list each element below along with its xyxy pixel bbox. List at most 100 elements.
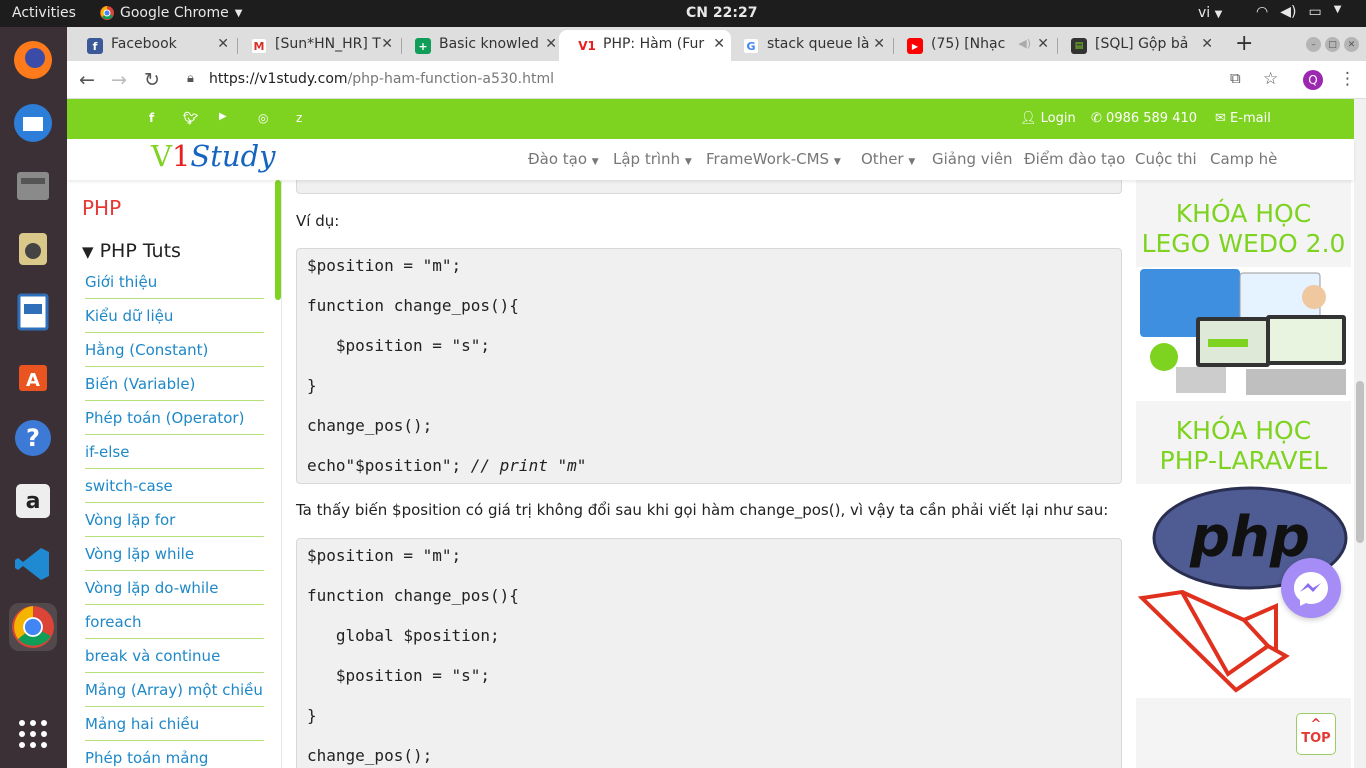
sidebar-link[interactable]: Phép toán (Operator) <box>85 401 264 435</box>
vscode-icon[interactable] <box>9 540 57 588</box>
sheets-icon: + <box>415 38 431 54</box>
menu-other[interactable]: Other ▼ <box>861 150 915 168</box>
wifi-icon: ◠ <box>1256 4 1269 20</box>
phone-link[interactable]: ✆ 0986 589 410 <box>1091 111 1197 126</box>
system-tray[interactable]: ◠ ◀) ▭ ▼ <box>1256 4 1341 20</box>
lock-icon[interactable]: 🔒︎ <box>187 71 194 86</box>
software-center-icon[interactable]: A <box>9 351 57 399</box>
address-bar[interactable]: https://v1study.com/php-ham-function-a53… <box>209 71 554 87</box>
facebook-icon[interactable]: f <box>149 111 154 125</box>
mail-icon: ✉ <box>1215 111 1226 126</box>
forward-icon[interactable]: → <box>111 69 127 91</box>
tab-sheets[interactable]: + Basic knowled ✕ <box>395 30 563 61</box>
translate-icon[interactable]: ⧉ <box>1230 69 1241 87</box>
sidebar-link[interactable]: Phép toán mảng <box>85 741 264 768</box>
show-apps-icon[interactable] <box>9 710 57 758</box>
page-scrollbar[interactable] <box>1354 99 1366 768</box>
menu-diem-dao-tao[interactable]: Điểm đào tạo <box>1024 150 1125 168</box>
caret-down-icon: ▼ <box>684 157 692 167</box>
close-window-icon[interactable]: ✕ <box>1344 37 1359 52</box>
close-icon[interactable]: ✕ <box>381 36 393 52</box>
lego-course-image[interactable] <box>1136 267 1351 401</box>
site-logo[interactable]: V1Study <box>151 139 276 173</box>
speaker-icon[interactable]: ◀) <box>1018 37 1031 50</box>
web-page: f 🐦︎ ▶ ◎ z 👤︎ Login ✆ 0986 589 410 ✉ E-m… <box>67 99 1366 768</box>
php-logo-text: php <box>1189 505 1310 570</box>
url-host: https://v1study.com <box>209 71 348 87</box>
youtube-icon[interactable]: ▶ <box>219 111 227 122</box>
browser-toolbar: ← → ↻ 🔒︎ https://v1study.com/php-ham-fun… <box>67 61 1366 99</box>
zalo-icon[interactable]: z <box>296 111 302 125</box>
menu-framework-cms[interactable]: FrameWork-CMS ▼ <box>706 150 841 168</box>
code-block-1: $position = "m"; function change_pos(){ … <box>296 248 1122 484</box>
menu-dao-tao[interactable]: Đào tạo ▼ <box>528 150 599 168</box>
bookmark-star-icon[interactable]: ☆ <box>1263 69 1278 89</box>
sidebar-link[interactable]: foreach <box>85 605 264 639</box>
battery-icon: ▭ <box>1308 4 1322 20</box>
sidebar-link[interactable]: Mảng (Array) một chiều <box>85 673 264 707</box>
close-icon[interactable]: ✕ <box>545 36 557 52</box>
back-to-top-button[interactable]: ^ TOP <box>1296 713 1336 755</box>
tab-google-search[interactable]: G stack queue là ✕ <box>723 30 891 61</box>
menu-giang-vien[interactable]: Giảng viên <box>932 150 1013 168</box>
files-icon[interactable] <box>9 162 57 210</box>
sidebar-title: PHP <box>82 196 122 220</box>
close-icon[interactable]: ✕ <box>217 36 229 52</box>
profile-avatar[interactable]: Q <box>1303 70 1323 90</box>
firefox-icon[interactable] <box>9 36 57 84</box>
sidebar-link[interactable]: Hằng (Constant) <box>85 333 264 367</box>
sidebar-link[interactable]: Vòng lặp while <box>85 537 264 571</box>
php-ad-title[interactable]: KHÓA HỌC PHP-LARAVEL <box>1136 416 1351 476</box>
chevron-down-icon: ▼ <box>1214 9 1223 20</box>
amazon-icon[interactable]: a <box>9 477 57 525</box>
sidebar-link[interactable]: Kiểu dữ liệu <box>85 299 264 333</box>
login-link[interactable]: 👤︎ Login <box>1020 111 1076 126</box>
facebook-icon: f <box>87 38 103 54</box>
writer-icon[interactable] <box>9 288 57 336</box>
sidebar-link[interactable]: Giới thiệu <box>85 265 264 299</box>
close-icon[interactable]: ✕ <box>1037 36 1049 52</box>
sidebar-link[interactable]: Vòng lặp for <box>85 503 264 537</box>
tab-v1study[interactable]: V1 PHP: Hàm (Fur ✕ <box>559 30 731 61</box>
tab-facebook[interactable]: f Facebook ✕ <box>67 30 235 61</box>
tab-youtube[interactable]: ▶ (75) [Nhạc ◀) ✕ <box>887 30 1055 61</box>
gmail-icon: M <box>251 38 267 54</box>
chrome-icon[interactable] <box>9 603 57 651</box>
reload-icon[interactable]: ↻ <box>144 69 160 91</box>
close-icon[interactable]: ✕ <box>1201 36 1213 52</box>
thunderbird-icon[interactable] <box>9 99 57 147</box>
chevron-down-icon: ▼ <box>1333 4 1342 15</box>
input-language[interactable]: vi ▼ <box>1198 5 1222 21</box>
right-ads-column: KHÓA HỌC LEGO WEDO 2.0 KHÓA HỌC PHP-LARAVE… <box>1136 180 1351 768</box>
activities-button[interactable]: Activities <box>12 5 76 21</box>
sidebar-link[interactable]: Mảng hai chiều <box>85 707 264 741</box>
sidebar-link[interactable]: if-else <box>85 435 264 469</box>
tab-sql[interactable]: ▤ [SQL] Gộp bả ✕ <box>1051 30 1219 61</box>
clock[interactable]: CN 22:27 <box>686 5 757 21</box>
help-icon[interactable]: ? <box>9 414 57 462</box>
tab-gmail[interactable]: M [Sun*HN_HR] T ✕ <box>231 30 399 61</box>
sidebar-link[interactable]: switch-case <box>85 469 264 503</box>
new-tab-button[interactable]: + <box>1235 31 1253 56</box>
email-link[interactable]: ✉ E-mail <box>1215 111 1271 126</box>
messenger-chat-button[interactable] <box>1281 558 1341 618</box>
back-icon[interactable]: ← <box>79 69 95 91</box>
sidebar-link[interactable]: Vòng lặp do-while <box>85 571 264 605</box>
lego-ad-title[interactable]: KHÓA HỌC LEGO WEDO 2.0 <box>1136 199 1351 259</box>
twitter-icon[interactable]: 🐦︎ <box>183 111 198 125</box>
scrollbar-thumb[interactable] <box>1356 381 1364 543</box>
sidebar-link[interactable]: break và continue <box>85 639 264 673</box>
menu-kebab-icon[interactable]: ⋮ <box>1339 69 1356 89</box>
sidebar-link[interactable]: Biến (Variable) <box>85 367 264 401</box>
instagram-icon[interactable]: ◎ <box>258 111 268 125</box>
menu-lap-trinh[interactable]: Lập trình ▼ <box>613 150 692 168</box>
sidebar-section[interactable]: ▼ PHP Tuts <box>82 240 181 262</box>
rhythmbox-icon[interactable] <box>9 225 57 273</box>
main-navbar: V1Study Đào tạo ▼ Lập trình ▼ FrameWork-… <box>67 139 1354 180</box>
minimize-icon[interactable]: – <box>1306 37 1321 52</box>
menu-camp-he[interactable]: Camp hè <box>1210 150 1277 168</box>
app-menu[interactable]: Google Chrome ▼ <box>100 5 242 21</box>
menu-cuoc-thi[interactable]: Cuộc thi <box>1135 150 1197 168</box>
close-icon[interactable]: ✕ <box>873 36 885 52</box>
maximize-icon[interactable]: □ <box>1325 37 1340 52</box>
